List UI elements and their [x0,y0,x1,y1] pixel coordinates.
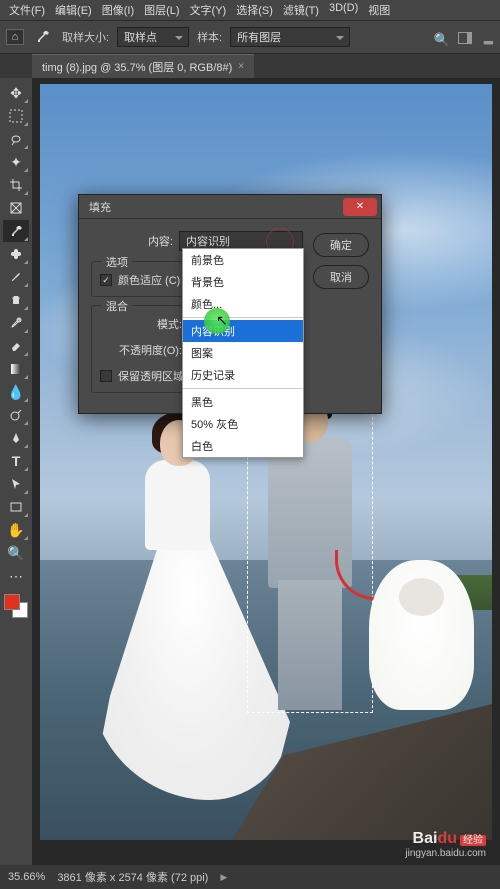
tool-clone[interactable] [3,289,29,311]
sample-dropdown[interactable]: 所有图层 [230,27,350,47]
tool-eyedropper[interactable] [3,220,29,242]
sample-size-dropdown[interactable]: 取样点 [117,27,189,47]
tool-crop[interactable] [3,174,29,196]
menu-image[interactable]: 图像(I) [99,2,137,18]
tool-edit-toolbar[interactable]: ⋯ [3,565,29,587]
tool-lasso[interactable] [3,128,29,150]
dropdown-item-gray[interactable]: 50% 灰色 [183,413,303,435]
opacity-label: 不透明度(O): [100,342,182,358]
tool-frame[interactable] [3,197,29,219]
dropdown-separator [183,388,303,389]
tool-blur[interactable]: 💧 [3,381,29,403]
menu-select[interactable]: 选择(S) [233,2,276,18]
canvas-dog [369,560,474,710]
tool-gradient[interactable] [3,358,29,380]
tool-zoom[interactable]: 🔍 [3,542,29,564]
tools-panel: ✥ ✦ 💧 T ✋ 🔍 ⋯ [0,78,32,865]
panel-menu-icon[interactable]: ▪▪▪ [483,34,492,50]
tool-eraser[interactable] [3,335,29,357]
tool-type[interactable]: T [3,450,29,472]
dropdown-item-color[interactable]: 颜色... [183,293,303,315]
workspace-icon[interactable] [458,32,472,44]
checkbox-icon [100,370,112,382]
tool-history-brush[interactable] [3,312,29,334]
tool-rectangle[interactable] [3,496,29,518]
dropdown-item-black[interactable]: 黑色 [183,391,303,413]
ok-button[interactable]: 确定 [313,233,369,257]
watermark: Baidu经验 jingyan.baidu.com [405,830,486,859]
checkbox-icon: ✓ [100,274,112,286]
tab-close-icon[interactable]: × [238,61,244,72]
menu-edit[interactable]: 编辑(E) [52,2,95,18]
watermark-url: jingyan.baidu.com [405,848,486,859]
tool-pen[interactable] [3,427,29,449]
dropdown-item-foreground[interactable]: 前景色 [183,249,303,271]
dialog-close-button[interactable]: ✕ [343,198,377,216]
tool-dodge[interactable] [3,404,29,426]
dropdown-item-background[interactable]: 背景色 [183,271,303,293]
preserve-trans-label: 保留透明区域 [118,368,184,384]
status-menu-icon[interactable]: ▶ [220,872,227,883]
dropdown-item-content-aware[interactable]: 内容识别 [183,320,303,342]
menu-file[interactable]: 文件(F) [6,2,48,18]
home-icon[interactable]: ⌂ [6,29,24,45]
tool-magic-wand[interactable]: ✦ [3,151,29,173]
tool-preset-icon[interactable] [32,26,54,48]
tool-move[interactable]: ✥ [3,82,29,104]
tool-healing[interactable] [3,243,29,265]
tool-path-select[interactable] [3,473,29,495]
color-adapt-label: 颜色适应 (C) [118,272,180,288]
content-dropdown-menu: 前景色 背景色 颜色... 内容识别 图案 历史记录 黑色 50% 灰色 白色 [182,248,304,458]
dropdown-item-history[interactable]: 历史记录 [183,364,303,386]
status-bar: 35.66% 3861 像素 x 2574 像素 (72 ppi) ▶ [0,865,500,889]
cursor-icon: ↖ [216,312,228,329]
menu-view[interactable]: 视图 [365,2,393,18]
dialog-title: 填充 [89,199,111,215]
sample-label: 样本: [197,29,222,45]
cancel-button[interactable]: 取消 [313,265,369,289]
menu-type[interactable]: 文字(Y) [187,2,230,18]
doc-info[interactable]: 3861 像素 x 2574 像素 (72 ppi) [57,869,208,885]
watermark-brand: Baidu [413,830,457,847]
foreground-color-swatch[interactable] [4,594,20,610]
dropdown-separator [183,317,303,318]
document-tabs: timg (8).jpg @ 35.7% (图层 0, RGB/8#) × [0,54,500,78]
tab-title: timg (8).jpg @ 35.7% (图层 0, RGB/8#) [42,59,232,75]
color-swatches[interactable] [4,594,28,618]
blend-legend: 混合 [102,298,132,314]
menu-layer[interactable]: 图层(L) [141,2,182,18]
zoom-level[interactable]: 35.66% [8,871,45,883]
tool-brush[interactable] [3,266,29,288]
dialog-titlebar[interactable]: 填充 ✕ [79,195,381,219]
tool-marquee[interactable] [3,105,29,127]
tool-hand[interactable]: ✋ [3,519,29,541]
content-label: 内容: [91,233,173,249]
document-tab[interactable]: timg (8).jpg @ 35.7% (图层 0, RGB/8#) × [32,54,254,78]
menu-3d[interactable]: 3D(D) [326,2,361,18]
options-bar: ⌂ 取样大小: 取样点 样本: 所有图层 [0,20,500,54]
options-legend: 选项 [102,254,132,270]
mode-label: 模式: [100,316,182,332]
search-icon[interactable]: 🔍 [434,32,450,48]
menu-bar: 文件(F) 编辑(E) 图像(I) 图层(L) 文字(Y) 选择(S) 滤镜(T… [0,0,500,20]
dropdown-item-pattern[interactable]: 图案 [183,342,303,364]
dropdown-item-white[interactable]: 白色 [183,435,303,457]
menu-filter[interactable]: 滤镜(T) [280,2,322,18]
sample-size-label: 取样大小: [62,29,109,45]
canvas-bride [90,420,270,780]
